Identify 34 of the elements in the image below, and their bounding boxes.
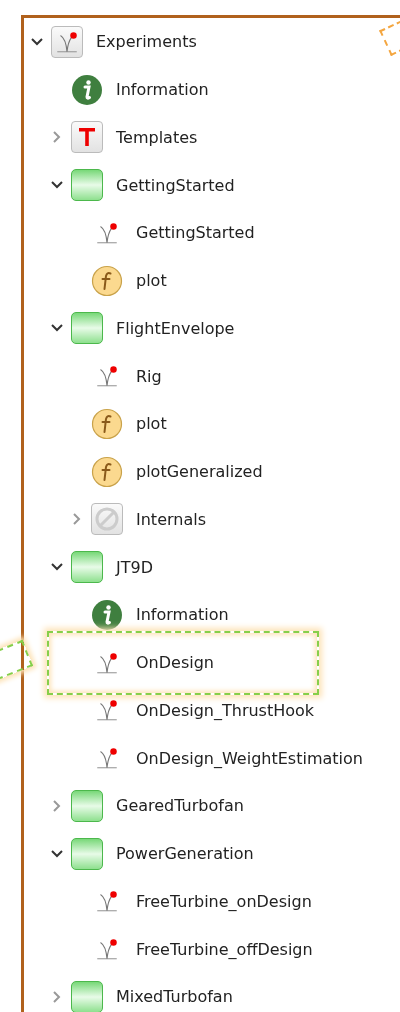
folder-icon [71, 551, 103, 584]
tree-item[interactable]: Information [116, 80, 209, 100]
folder-icon [71, 980, 103, 1012]
tree-item[interactable]: FlightEnvelope [116, 318, 235, 338]
folder-icon [71, 837, 103, 870]
tree-item[interactable]: JT9D [116, 557, 153, 577]
tree-item[interactable]: PowerGeneration [116, 844, 254, 864]
tree-item[interactable]: FreeTurbine_onDesign [136, 891, 312, 911]
tree-item[interactable]: Experiments [96, 32, 197, 52]
tree-item[interactable]: MixedTurbofan [116, 987, 233, 1007]
tree-item[interactable]: Templates [116, 127, 198, 147]
tree-item[interactable]: plot [136, 414, 167, 434]
tree-item[interactable]: OnDesign_WeightEstimation [136, 748, 363, 768]
tree-item[interactable]: OnDesign [136, 653, 214, 673]
tree-item[interactable]: Information [136, 605, 229, 625]
tree-item[interactable]: GettingStarted [136, 223, 255, 243]
prohibited-icon [91, 503, 123, 536]
tree-item[interactable]: GettingStarted [116, 175, 235, 195]
tree-item[interactable]: plot [136, 271, 167, 291]
folder-icon [71, 789, 103, 822]
function-icon [91, 407, 123, 440]
info-icon [71, 73, 103, 106]
tree-item[interactable]: Internals [136, 509, 206, 529]
function-icon [91, 455, 123, 488]
folder-icon [71, 312, 103, 345]
info-icon [91, 598, 123, 631]
folder-icon [71, 169, 103, 202]
tree-item[interactable]: Rig [136, 366, 162, 386]
tree-item[interactable]: GearedTurbofan [116, 796, 244, 816]
template-icon [71, 121, 103, 154]
tree-item[interactable]: OnDesign_ThrustHook [136, 700, 315, 720]
tree-item[interactable]: plotGeneralized [136, 462, 263, 482]
tree-item[interactable]: FreeTurbine_offDesign [136, 939, 313, 959]
function-icon [91, 264, 123, 297]
